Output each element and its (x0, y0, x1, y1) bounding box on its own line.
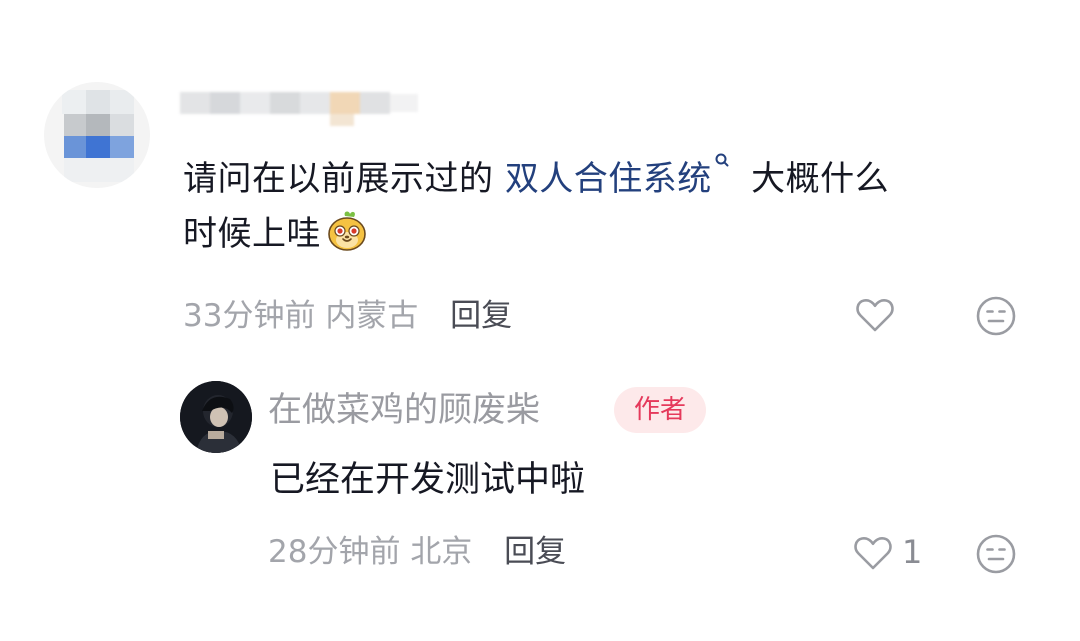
topic-link[interactable]: 双人合住系统 (505, 159, 712, 199)
emoji-reaction-icon[interactable] (973, 531, 1019, 577)
comment-text-part: 大概什么 (739, 159, 890, 199)
emoji-reaction-icon[interactable] (973, 293, 1019, 339)
reply-button[interactable]: 回复 (504, 534, 566, 570)
reply-author-avatar[interactable] (180, 381, 252, 453)
commenter-name-blurred[interactable] (180, 86, 420, 130)
reply-time: 28分钟前 (268, 534, 401, 570)
reply-author-name[interactable]: 在做菜鸡的顾废柴 (268, 388, 540, 432)
search-icon[interactable] (714, 152, 730, 170)
heart-outline-icon[interactable] (850, 530, 896, 576)
emoji-sticker (328, 211, 366, 251)
like-count: 1 (902, 533, 923, 571)
comment-location: 内蒙古 (325, 298, 419, 334)
comment-text-part: 时候上哇 (183, 214, 321, 254)
comment-text-part: 请问在以前展示过的 (183, 159, 505, 199)
comment-time: 33分钟前 (183, 298, 316, 334)
comment-meta: 33分钟前 内蒙古 回复 (183, 296, 512, 336)
reply-meta: 28分钟前 北京 回复 (268, 532, 566, 572)
heart-outline-icon[interactable] (852, 292, 898, 338)
commenter-avatar-blurred[interactable] (44, 82, 150, 188)
comment-text: 请问在以前展示过的 双人合住系统 大概什么 时候上哇 (183, 152, 1043, 262)
reply-text: 已经在开发测试中啦 (270, 460, 586, 500)
reply-button[interactable]: 回复 (450, 298, 512, 334)
author-badge: 作者 (614, 387, 706, 433)
reply-location: 北京 (410, 534, 473, 570)
avatar-photo (180, 381, 252, 453)
